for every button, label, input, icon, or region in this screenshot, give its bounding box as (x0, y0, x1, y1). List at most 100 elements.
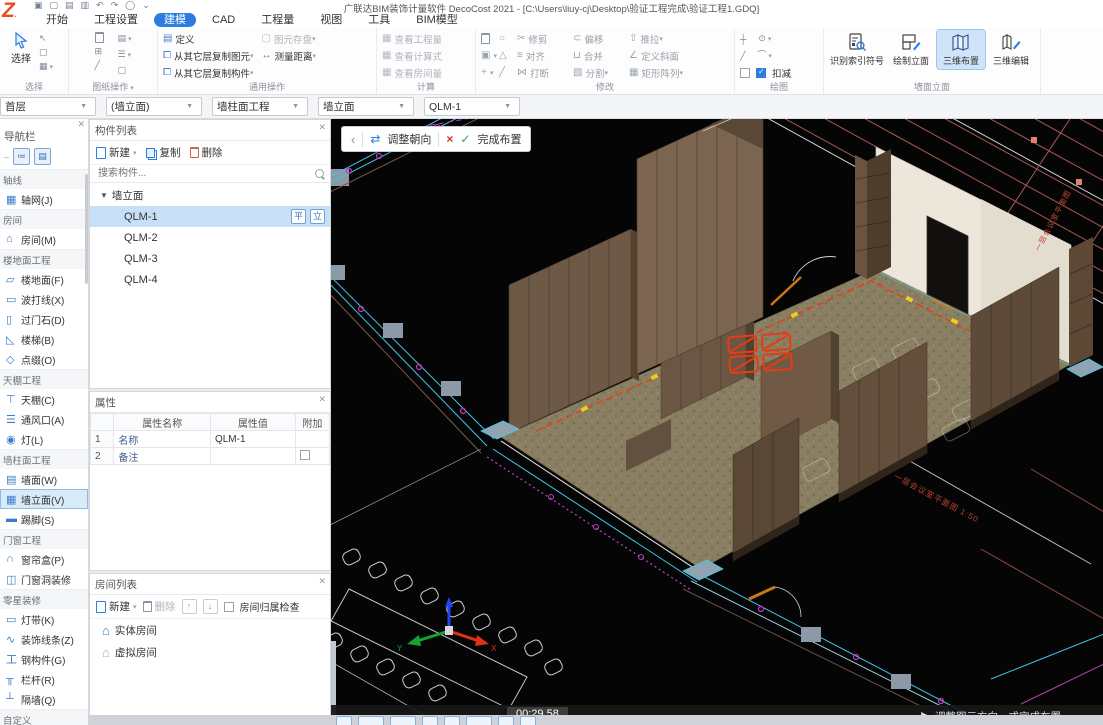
collapse-icon[interactable]: – (4, 152, 9, 162)
tree-item-qlm3[interactable]: QLM-3 (90, 248, 330, 269)
trim-button[interactable]: ✂修剪 (517, 32, 573, 46)
back-chevron-icon[interactable]: ‹ (351, 132, 355, 147)
undo-icon[interactable]: ↶ (96, 0, 104, 11)
split-button[interactable]: ▧分割 (573, 66, 629, 80)
box-select-icon[interactable]: ▢ (39, 46, 53, 58)
arc-tool-icon[interactable]: ⌒ (757, 49, 771, 63)
open-file-icon[interactable]: ▤ (65, 0, 74, 11)
sidebar-item-skirting[interactable]: ▬踢脚(S) (0, 509, 88, 529)
three-d-layout-button[interactable]: 三维布置 (937, 30, 985, 69)
view-select[interactable]: (墙立面)▼ (106, 97, 202, 116)
delete-element-button[interactable] (481, 33, 499, 44)
tab-start[interactable]: 开始 (36, 13, 78, 27)
identify-index-symbol-button[interactable]: 识别索引符号 (829, 30, 885, 69)
type-select[interactable]: 墙立面▼ (318, 97, 414, 116)
sync-icon[interactable]: ◯ (125, 0, 135, 11)
drawing-viewport[interactable]: X Y ‹ ⇄ 调整朝向 × ✓ 完成布置 一层会议室平面图 一层会议室平面图 … (331, 119, 1103, 725)
move-down-button[interactable]: ↓ (203, 599, 218, 614)
draw-elevation-button[interactable]: 绘制立面 (887, 30, 935, 69)
tab-modeling[interactable]: 建模 (154, 13, 196, 27)
tree-item-qlm2[interactable]: QLM-2 (90, 227, 330, 248)
rect-array-button[interactable]: ▦矩形阵列 (629, 66, 709, 80)
mirror-button[interactable]: △ (499, 50, 517, 61)
sidebar-item-threshold[interactable]: ▯过门石(D) (0, 309, 88, 329)
sidebar-item-room[interactable]: ⌂房间(M) (0, 229, 88, 249)
more-icon[interactable]: ⌄ (142, 0, 150, 11)
list-view-toggle[interactable]: ≔ (13, 148, 30, 165)
pick-icon[interactable]: ↖ (39, 32, 53, 44)
delete-component-button[interactable]: 删除 (190, 145, 223, 160)
tab-bim-model[interactable]: BIM模型 (406, 13, 468, 27)
line-tool-icon[interactable]: ╱ (95, 59, 104, 71)
layer-list-icon[interactable]: ☰ (118, 48, 132, 62)
tree-item-qlm4[interactable]: QLM-4 (90, 269, 330, 290)
cancel-icon[interactable]: × (446, 132, 453, 146)
toolbar-stub-icon[interactable] (336, 716, 352, 725)
copy-element-button[interactable]: ▣ (481, 50, 499, 61)
new-component-button[interactable]: 新建 (96, 145, 137, 160)
sidebar-item-curtain-box[interactable]: ∩窗帘盒(P) (0, 549, 88, 569)
extend-button[interactable]: ╱ (499, 67, 517, 78)
define-button[interactable]: ▤定义 (163, 30, 254, 47)
ortho-checkbox[interactable] (740, 68, 750, 78)
nav-scrollbar[interactable] (85, 174, 88, 284)
delete-sheet-icon[interactable] (95, 32, 104, 43)
toolbar-stub-icon[interactable] (444, 716, 460, 725)
save-elements-button[interactable]: ▢图元存盘 (262, 30, 317, 47)
move-up-button[interactable]: ↑ (182, 599, 197, 614)
toolbar-stub-icon[interactable] (358, 716, 384, 725)
close-icon[interactable]: ✕ (318, 122, 326, 133)
sidebar-item-wall-face[interactable]: ▤墙面(W) (0, 469, 88, 489)
search-input[interactable] (96, 167, 315, 180)
new-file-icon[interactable]: ▢ (50, 0, 59, 11)
close-icon[interactable]: ✕ (318, 576, 326, 587)
sidebar-item-light-strip[interactable]: ▭灯带(K) (0, 609, 88, 629)
search-icon[interactable] (315, 169, 324, 178)
sidebar-item-floor[interactable]: ▱楼地面(F) (0, 269, 88, 289)
sidebar-item-axis-grid[interactable]: ▦轴网(J) (0, 189, 88, 209)
align-button[interactable]: ≡对齐 (517, 49, 573, 63)
measure-button[interactable]: ↔测量距离 (262, 47, 317, 64)
new-room-button[interactable]: 新建 (96, 599, 137, 614)
tab-cad[interactable]: CAD (202, 13, 245, 27)
close-icon[interactable]: ✕ (77, 119, 85, 130)
push-pull-button[interactable]: ⇧推拉 (629, 32, 709, 46)
toolbar-stub-icon[interactable] (520, 716, 536, 725)
tab-tools[interactable]: 工具 (358, 13, 400, 27)
attach-checkbox[interactable] (300, 450, 310, 460)
sidebar-item-accent[interactable]: ◇点缀(O) (0, 349, 88, 369)
sidebar-item-vent[interactable]: ☰通风口(A) (0, 409, 88, 429)
view-quantity-button[interactable]: ▦查看工程量 (382, 30, 442, 47)
floor-select[interactable]: 首层▼ (0, 97, 96, 116)
card-view-toggle[interactable]: ▤ (34, 148, 51, 165)
tree-group-wall-elevation[interactable]: ▼ 墙立面 (90, 183, 330, 206)
toolbar-stub-icon[interactable] (466, 716, 492, 725)
select-mode-icon[interactable]: ▦ (39, 60, 53, 74)
tree-item-qlm1[interactable]: QLM-1 平 立 (90, 206, 330, 227)
blank-sheet-icon[interactable]: ▢ (118, 64, 132, 76)
sidebar-item-light[interactable]: ◉灯(L) (0, 429, 88, 449)
locate-sheet-icon[interactable]: ⊞ (95, 45, 104, 57)
copy-components-button[interactable]: ⧠从其它层复制构件 (163, 64, 254, 81)
sidebar-item-border-line[interactable]: ▭波打线(X) (0, 289, 88, 309)
copy-component-button[interactable]: 复制 (146, 145, 181, 160)
copy-elements-button[interactable]: ⧠从其它层复制图元 (163, 47, 254, 64)
select-button[interactable]: 选择 (5, 30, 37, 66)
sidebar-item-stairs[interactable]: ◺楼梯(B) (0, 329, 88, 349)
toolbar-stub-icon[interactable] (390, 716, 416, 725)
pin-icon[interactable]: ▣ (34, 0, 43, 11)
tab-view[interactable]: 视图 (310, 13, 352, 27)
toolbar-stub-icon[interactable] (422, 716, 438, 725)
save-icon[interactable]: ▥ (81, 0, 90, 11)
sidebar-item-partition[interactable]: ┴隔墙(Q) (0, 689, 88, 709)
deduct-checkbox[interactable] (756, 68, 766, 78)
sidebar-item-molding[interactable]: ∿装饰线条(Z) (0, 629, 88, 649)
adjust-orientation-button[interactable]: 调整朝向 (387, 131, 431, 147)
sidebar-item-wall-elevation[interactable]: ▦墙立面(V) (0, 489, 88, 509)
sidebar-item-steel[interactable]: 工钢构件(G) (0, 649, 88, 669)
plan-view-badge[interactable]: 平 (291, 209, 306, 224)
elevation-view-badge[interactable]: 立 (310, 209, 325, 224)
toolbar-stub-icon[interactable] (498, 716, 514, 725)
room-item-virtual[interactable]: ⌂虚拟房间 (90, 641, 330, 663)
tab-quantities[interactable]: 工程量 (251, 13, 304, 27)
